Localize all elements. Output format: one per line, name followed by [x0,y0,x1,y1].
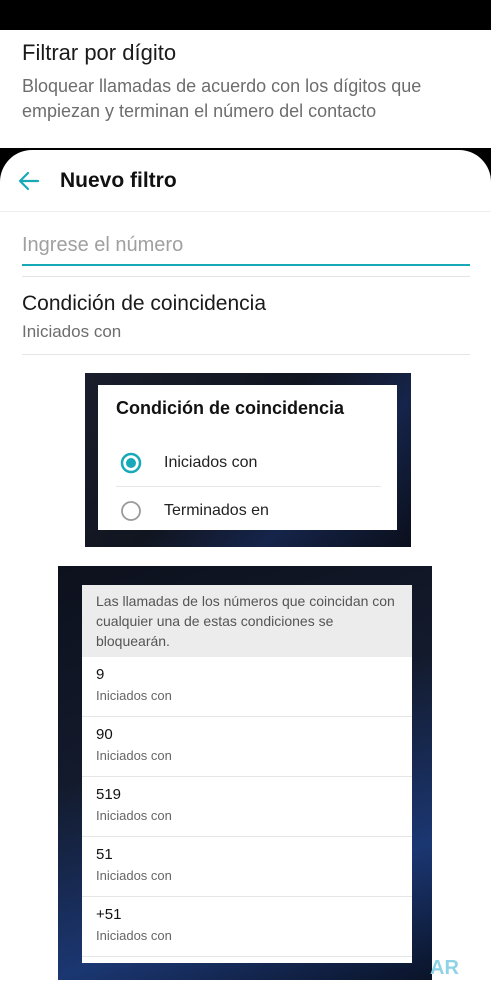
number-input[interactable] [22,226,470,266]
filter-by-digit-card[interactable]: Filtrar por dígito Bloquear llamadas de … [0,30,491,148]
blocked-rules-list: Las llamadas de los números que coincida… [82,585,412,963]
list-item[interactable]: 51 Iniciados con [82,837,412,897]
filter-by-digit-description: Bloquear llamadas de acuerdo con los díg… [22,76,422,121]
divider [22,276,470,277]
match-condition-dialog: Condición de coincidencia Iniciados con … [98,385,397,530]
sheet-title: Nuevo filtro [60,169,177,192]
watermark: AR [430,957,459,979]
rule-condition: Iniciados con [96,928,172,943]
status-bar [0,0,491,30]
list-item[interactable]: 90 Iniciados con [82,717,412,777]
sheet-header: Nuevo filtro [0,150,491,212]
radio-unselected-icon[interactable] [120,500,142,522]
rule-condition: Iniciados con [96,868,172,883]
rule-number: 519 [96,786,122,803]
arrow-left-icon[interactable] [16,168,42,194]
rule-condition: Iniciados con [96,748,172,763]
list-item[interactable]: 519 Iniciados con [82,777,412,837]
option-starts-with[interactable]: Iniciados con [98,441,397,485]
filter-by-digit-title: Filtrar por dígito [22,40,177,65]
rule-number: 9 [96,666,105,683]
list-note: Las llamadas de los números que coincida… [82,585,412,657]
option-label: Iniciados con [164,454,258,471]
rule-number: 51 [96,846,113,863]
option-label: Terminados en [164,502,269,519]
rule-condition: Iniciados con [96,808,172,823]
divider [116,486,381,487]
divider [22,354,470,355]
rule-number: +51 [96,906,122,923]
match-condition-label: Condición de coincidencia [22,292,266,315]
rule-condition: Iniciados con [96,688,172,703]
rule-number: 90 [96,726,113,743]
dialog-title: Condición de coincidencia [116,398,345,418]
radio-selected-icon[interactable] [120,452,142,474]
list-item[interactable]: +51 Iniciados con [82,897,412,957]
match-condition-value: Iniciados con [22,322,122,341]
list-item[interactable]: 9 Iniciados con [82,657,412,717]
option-ends-with[interactable]: Terminados en [98,489,397,533]
